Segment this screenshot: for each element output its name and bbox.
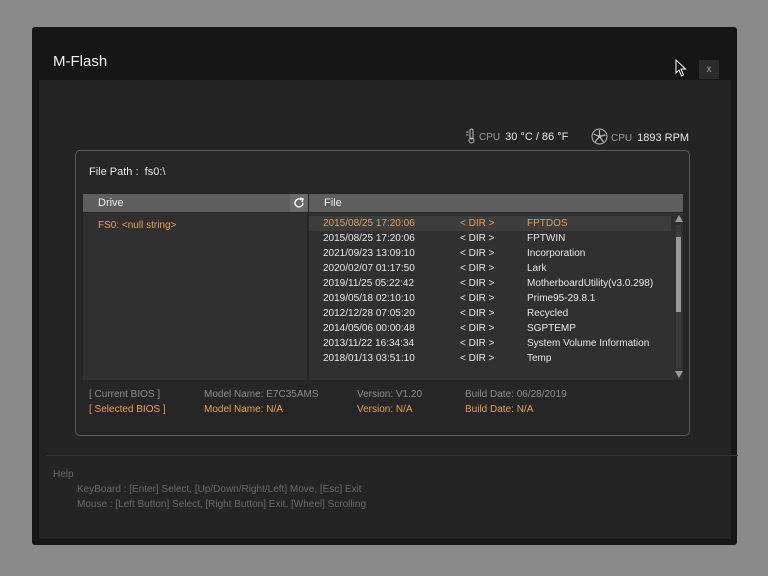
drive-column-header: Drive: [83, 194, 304, 212]
file-type: < DIR >: [460, 248, 495, 259]
file-name: Prime95-29.8.1: [527, 293, 596, 304]
scroll-up-arrow-icon[interactable]: [675, 215, 683, 222]
file-date: 2018/01/13 03:51:10: [323, 353, 415, 364]
file-name: Temp: [527, 353, 552, 364]
selected-bios-info: [ Selected BIOS ] Model Name: N/A Versio…: [76, 404, 689, 418]
selected-bios-label: [ Selected BIOS ]: [89, 404, 166, 415]
drive-item-fs0[interactable]: FS0: <null string>: [98, 220, 176, 231]
cpu-fan-label: CPU: [611, 133, 633, 144]
file-type: < DIR >: [460, 263, 495, 274]
file-name: MotherboardUtility(v3.0.298): [527, 278, 654, 289]
file-name: Lark: [527, 263, 547, 274]
mflash-window: M-Flash x CPU 30 °C / 86 °F CPU 1893 RPM F…: [32, 27, 738, 545]
file-row[interactable]: 2014/05/06 00:00:48 < DIR > SGPTEMP: [309, 321, 671, 336]
file-browser-dialog: File Path : fs0:\ Drive File FS0: <null …: [75, 150, 690, 436]
file-type: < DIR >: [460, 338, 495, 349]
file-type: < DIR >: [460, 353, 495, 364]
close-button[interactable]: x: [699, 60, 719, 79]
file-name: SGPTEMP: [527, 323, 576, 334]
selected-bios-model: Model Name: N/A: [204, 404, 283, 415]
file-date: 2015/08/25 17:20:06: [323, 218, 415, 229]
current-bios-version: Version: V1.20: [357, 389, 423, 400]
refresh-button[interactable]: [290, 194, 308, 212]
cpu-temp-value: 30 °C / 86 °F: [505, 131, 569, 143]
scrollbar-thumb[interactable]: [676, 237, 681, 312]
current-bios-build-date: Build Date: 06/28/2019: [465, 389, 567, 400]
help-keyboard: KeyBoard : [Enter] Select, [Up/Down/Righ…: [77, 484, 362, 495]
file-path: File Path : fs0:\: [89, 166, 165, 178]
selected-bios-build-date: Build Date: N/A: [465, 404, 534, 415]
file-type: < DIR >: [460, 323, 495, 334]
file-type: < DIR >: [460, 308, 495, 319]
file-name: System Volume Information: [527, 338, 650, 349]
fan-icon: [591, 128, 608, 145]
file-row[interactable]: 2020/02/07 01:17:50 < DIR > Lark: [309, 261, 671, 276]
file-type: < DIR >: [460, 278, 495, 289]
file-type: < DIR >: [460, 293, 495, 304]
file-row[interactable]: 2018/01/13 03:51:10 < DIR > Temp: [309, 351, 671, 366]
file-date: 2019/05/18 02:10:10: [323, 293, 415, 304]
file-list-scrollbar[interactable]: [674, 213, 683, 380]
file-date: 2014/05/06 00:00:48: [323, 323, 415, 334]
selected-bios-version: Version: N/A: [357, 404, 413, 415]
file-date: 2019/11/25 05:22:42: [323, 278, 415, 289]
file-row[interactable]: 2015/08/25 17:20:06 < DIR > FPTDOS: [309, 216, 671, 231]
file-column-header: File: [309, 194, 683, 212]
cpu-fan-speed: CPU 1893 RPM: [591, 128, 689, 145]
help-divider: [46, 455, 738, 456]
main-panel: CPU 30 °C / 86 °F CPU 1893 RPM File Path :…: [39, 80, 738, 539]
file-row[interactable]: 2013/11/22 16:34:34 < DIR > System Volum…: [309, 336, 671, 351]
file-path-value: fs0:\: [144, 166, 166, 178]
file-date: 2021/09/23 13:09:10: [323, 248, 415, 259]
refresh-icon: [294, 197, 304, 208]
file-name: Recycled: [527, 308, 569, 319]
file-row[interactable]: 2015/08/25 17:20:06 < DIR > FPTWIN: [309, 231, 671, 246]
file-list: 2015/08/25 17:20:06 < DIR > FPTDOS 2015/…: [309, 213, 683, 380]
file-date: 2013/11/22 16:34:34: [323, 338, 415, 349]
help-mouse: Mouse : [Left Button] Select, [Right But…: [77, 499, 367, 510]
window-title: M-Flash: [53, 53, 108, 70]
cpu-temperature: CPU 30 °C / 86 °F: [464, 128, 568, 144]
file-row[interactable]: 2021/09/23 13:09:10 < DIR > Incorporatio…: [309, 246, 671, 261]
scroll-down-arrow-icon[interactable]: [675, 371, 683, 378]
file-type: < DIR >: [460, 218, 495, 229]
file-row[interactable]: 2019/11/25 05:22:42 < DIR > MotherboardU…: [309, 276, 671, 291]
file-date: 2020/02/07 01:17:50: [323, 263, 415, 274]
drive-list: FS0: <null string>: [83, 213, 307, 380]
file-row[interactable]: 2019/05/18 02:10:10 < DIR > Prime95-29.8…: [309, 291, 671, 306]
mouse-pointer-icon: [675, 59, 687, 77]
file-date: 2015/08/25 17:20:06: [323, 233, 415, 244]
file-name: FPTDOS: [527, 218, 568, 229]
thermometer-icon: [466, 128, 475, 144]
cpu-temp-label: CPU: [479, 132, 501, 143]
file-row[interactable]: 2012/12/28 07:05:20 < DIR > Recycled: [309, 306, 671, 321]
current-bios-model: Model Name: E7C35AMS: [204, 389, 319, 400]
file-path-label: File Path :: [89, 166, 139, 178]
current-bios-label: [ Current BIOS ]: [89, 389, 161, 400]
file-type: < DIR >: [460, 233, 495, 244]
file-name: FPTWIN: [527, 233, 566, 244]
help-title: Help: [53, 469, 74, 480]
file-date: 2012/12/28 07:05:20: [323, 308, 415, 319]
current-bios-info: [ Current BIOS ] Model Name: E7C35AMS Ve…: [76, 389, 689, 403]
file-name: Incorporation: [527, 248, 586, 259]
cpu-fan-value: 1893 RPM: [637, 132, 690, 144]
